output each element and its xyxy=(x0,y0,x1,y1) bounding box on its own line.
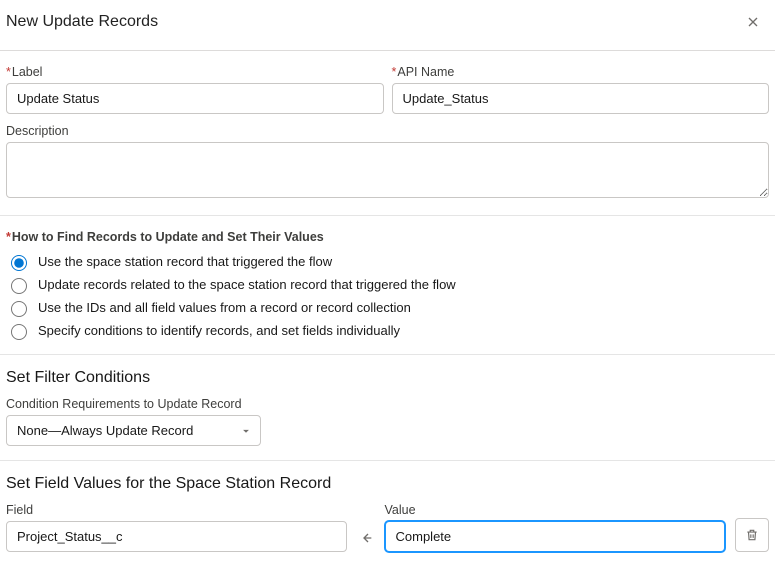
description-textarea[interactable] xyxy=(6,142,769,198)
description-label: Description xyxy=(6,124,769,138)
value-input[interactable] xyxy=(385,521,726,552)
condition-select[interactable]: None—Always Update Record xyxy=(6,415,261,446)
header-divider xyxy=(0,50,775,51)
radio-option-ids-collection[interactable]: Use the IDs and all field values from a … xyxy=(6,298,769,317)
radio-label-2: Use the IDs and all field values from a … xyxy=(38,300,411,315)
divider-2 xyxy=(0,354,775,355)
apiname-input[interactable] xyxy=(392,83,770,114)
field-input[interactable] xyxy=(6,521,347,552)
apiname-group: *API Name xyxy=(392,65,770,114)
radio-input-1[interactable] xyxy=(11,278,27,294)
filter-section-title: Set Filter Conditions xyxy=(6,369,769,387)
radio-option-specify-conditions[interactable]: Specify conditions to identify records, … xyxy=(6,321,769,340)
name-row: *Label *API Name xyxy=(6,65,769,124)
divider-3 xyxy=(0,460,775,461)
field-label: Field xyxy=(6,503,347,517)
close-icon xyxy=(745,14,761,30)
apiname-field-label: *API Name xyxy=(392,65,770,79)
radio-input-0[interactable] xyxy=(11,255,27,271)
field-value-row: Field Value xyxy=(6,503,769,552)
value-col: Value xyxy=(385,503,726,552)
modal-title: New Update Records xyxy=(6,13,158,31)
assignment-arrow xyxy=(357,530,375,552)
divider-1 xyxy=(0,215,775,216)
description-group: Description xyxy=(6,124,769,201)
radio-input-3[interactable] xyxy=(11,324,27,340)
radio-input-2[interactable] xyxy=(11,301,27,317)
label-group: *Label xyxy=(6,65,384,114)
condition-select-value: None—Always Update Record xyxy=(6,415,261,446)
value-label: Value xyxy=(385,503,726,517)
radio-option-related-records[interactable]: Update records related to the space stat… xyxy=(6,275,769,294)
modal-header: New Update Records xyxy=(6,10,769,50)
radio-label-3: Specify conditions to identify records, … xyxy=(38,323,400,338)
radio-label-1: Update records related to the space stat… xyxy=(38,277,456,292)
apiname-field-label-text: API Name xyxy=(397,65,454,79)
radio-label-0: Use the space station record that trigge… xyxy=(38,254,332,269)
trash-icon xyxy=(745,528,759,542)
condition-req-label: Condition Requirements to Update Record xyxy=(6,397,769,411)
values-section-title: Set Field Values for the Space Station R… xyxy=(6,475,769,493)
arrow-left-icon xyxy=(358,530,374,546)
modal-new-update-records: New Update Records *Label *API Name Desc… xyxy=(0,0,775,562)
label-field-label-text: Label xyxy=(12,65,43,79)
label-field-label: *Label xyxy=(6,65,384,79)
label-input[interactable] xyxy=(6,83,384,114)
radio-option-triggering-record[interactable]: Use the space station record that trigge… xyxy=(6,252,769,271)
field-col: Field xyxy=(6,503,347,552)
close-button[interactable] xyxy=(741,10,765,34)
find-records-heading-text: How to Find Records to Update and Set Th… xyxy=(12,230,324,244)
find-records-radio-group: Use the space station record that trigge… xyxy=(6,252,769,340)
delete-row-button[interactable] xyxy=(735,518,769,552)
find-records-heading: *How to Find Records to Update and Set T… xyxy=(6,230,769,244)
